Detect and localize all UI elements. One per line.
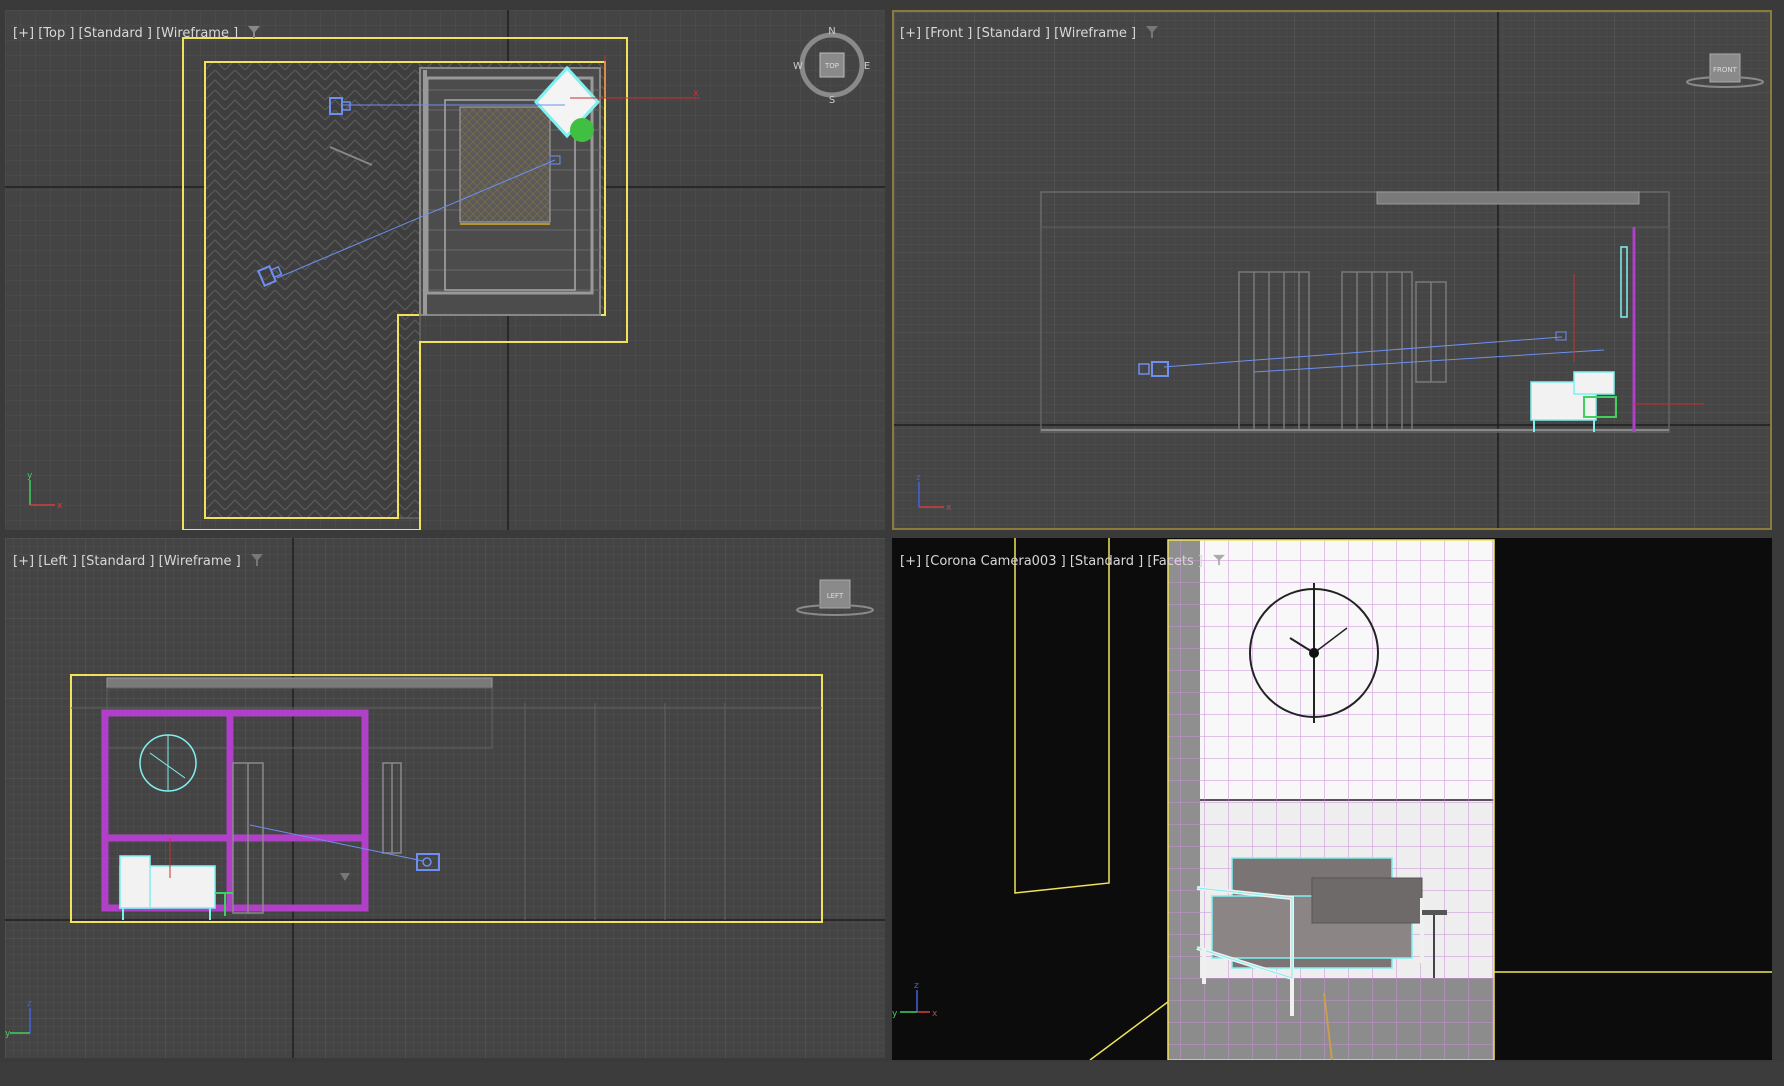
- top-viewport-canvas[interactable]: x TOP N S E W y x: [5, 10, 885, 530]
- left-viewport-label: [+] [Left ] [Standard ] [Wireframe ]: [13, 554, 263, 569]
- svg-text:z: z: [914, 981, 919, 991]
- green-light-helper[interactable]: [570, 118, 594, 142]
- viewcube-face-label: LEFT: [827, 592, 844, 600]
- status-strip: [0, 1062, 1784, 1086]
- viewport-shading-mode[interactable]: [Wireframe ]: [156, 26, 238, 41]
- filter-icon[interactable]: [1213, 554, 1226, 566]
- shelf-bar[interactable]: [106, 677, 493, 689]
- viewport-front[interactable]: FRONT z x [+] [Front ] [Standard ] [Wire…: [892, 10, 1772, 530]
- viewport-point-of-view[interactable]: [Front ]: [925, 26, 972, 41]
- viewport-point-of-view[interactable]: [Corona Camera003 ]: [925, 554, 1066, 569]
- front-viewport-label: [+] [Front ] [Standard ] [Wireframe ]: [900, 26, 1159, 41]
- grid-major: [894, 12, 1770, 528]
- viewport-menu-plus[interactable]: [+]: [13, 26, 34, 41]
- viewport-menu-plus[interactable]: [+]: [900, 26, 921, 41]
- filter-icon[interactable]: [248, 26, 261, 38]
- gizmo-x-label: x: [693, 88, 699, 99]
- svg-text:y: y: [892, 1009, 898, 1019]
- viewport-menu-plus[interactable]: [+]: [900, 554, 921, 569]
- render-region[interactable]: [1167, 539, 1495, 1060]
- compass-east: E: [864, 61, 870, 72]
- top-viewport-label: [+] [Top ] [Standard ] [Wireframe ]: [13, 26, 261, 41]
- front-viewport-canvas[interactable]: FRONT z x: [894, 12, 1770, 528]
- svg-text:y: y: [27, 471, 33, 481]
- compass-south: S: [829, 95, 835, 106]
- viewport-shading-standard[interactable]: [Standard ]: [1070, 554, 1143, 569]
- viewport-shading-mode[interactable]: [Wireframe ]: [159, 554, 241, 569]
- viewport-shading-standard[interactable]: [Standard ]: [79, 26, 152, 41]
- viewport-shading-standard[interactable]: [Standard ]: [977, 26, 1050, 41]
- viewport-camera[interactable]: z y x [+] [Corona Camera003 ] [Standard …: [892, 538, 1772, 1060]
- viewport-point-of-view[interactable]: [Left ]: [38, 554, 77, 569]
- svg-text:x: x: [57, 501, 63, 511]
- viewport-left[interactable]: LEFT z y [+] [Left ] [Standard ] [Wirefr…: [5, 538, 885, 1058]
- viewport-shading-mode[interactable]: [Wireframe ]: [1054, 26, 1136, 41]
- viewport-shading-standard[interactable]: [Standard ]: [81, 554, 154, 569]
- viewport-menu-plus[interactable]: [+]: [13, 554, 34, 569]
- svg-text:z: z: [916, 473, 921, 483]
- rug[interactable]: [459, 106, 551, 223]
- viewcube-face-label: TOP: [824, 62, 839, 70]
- svg-text:y: y: [5, 1029, 11, 1039]
- svg-text:x: x: [932, 1009, 938, 1019]
- camera-object-outline[interactable]: [1014, 538, 1110, 894]
- compass-north: N: [828, 26, 835, 37]
- viewport-shading-mode[interactable]: [Facets ]: [1147, 554, 1203, 569]
- svg-text:z: z: [27, 999, 32, 1009]
- filter-icon[interactable]: [250, 554, 263, 566]
- axis-tripod: z y x: [892, 981, 938, 1019]
- compass-west: W: [793, 61, 803, 72]
- shelf-bar[interactable]: [1376, 191, 1640, 205]
- viewcube-face-label: FRONT: [1713, 66, 1738, 74]
- grid-major: [5, 538, 885, 1058]
- svg-text:x: x: [946, 503, 952, 513]
- filter-icon[interactable]: [1146, 26, 1159, 38]
- camera-viewport-label: [+] [Corona Camera003 ] [Standard ] [Fac…: [900, 554, 1226, 569]
- viewport-point-of-view[interactable]: [Top ]: [38, 26, 74, 41]
- left-viewport-canvas[interactable]: LEFT z y: [5, 538, 885, 1058]
- viewport-top[interactable]: x TOP N S E W y x [+] [Top] [Standard]…: [5, 10, 885, 530]
- camera-viewport-canvas[interactable]: z y x: [892, 538, 1772, 1060]
